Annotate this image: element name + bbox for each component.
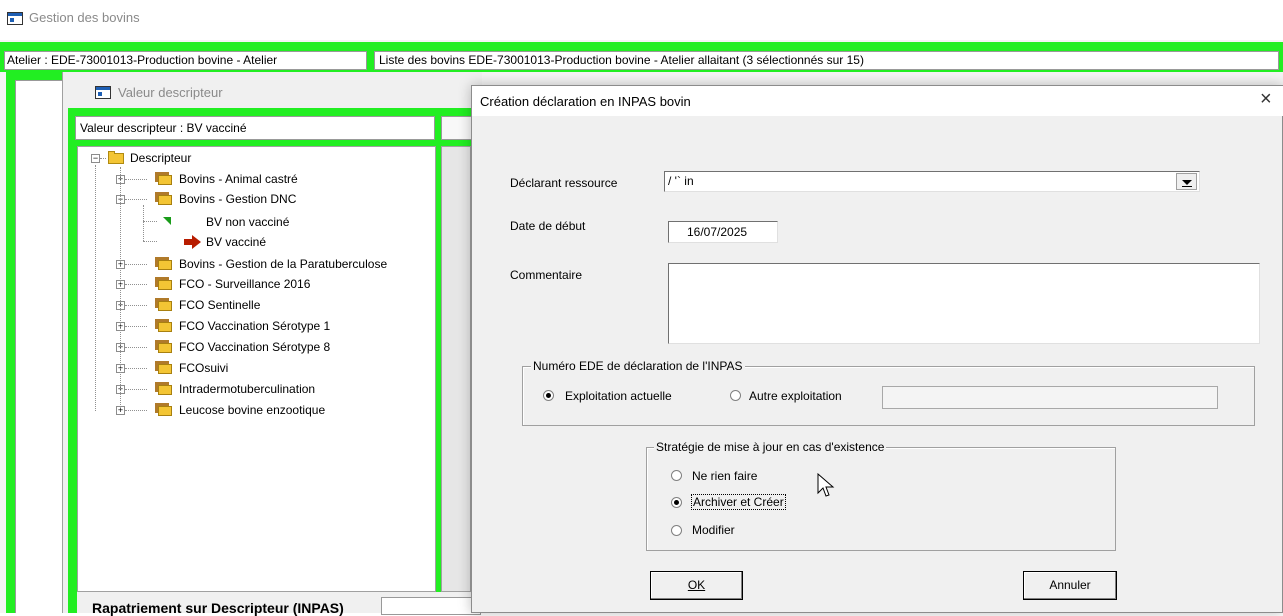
tree-item[interactable]: FCO Sentinelle — [179, 296, 260, 314]
declarant-label: Déclarant ressource — [510, 176, 618, 190]
strategy-group-title: Stratégie de mise à jour en cas d'existe… — [654, 440, 887, 454]
tree-child-item[interactable]: BV vacciné — [206, 233, 266, 251]
atelier-label: Atelier : EDE-73001013-Production bovine… — [4, 51, 367, 70]
combo-arrow-icon[interactable] — [1176, 173, 1197, 190]
tree-child-item[interactable]: BV non vacciné — [206, 213, 289, 231]
close-icon[interactable]: × — [1260, 88, 1272, 111]
radio-modifier-label[interactable]: Modifier — [692, 523, 735, 537]
tree-root-label[interactable]: Descripteur — [130, 149, 191, 167]
expand-toggle[interactable]: + — [116, 406, 125, 415]
valeur-window-title: Valeur descripteur — [118, 85, 223, 100]
window-icon — [95, 86, 111, 99]
folder-stack-icon — [155, 361, 172, 374]
tree-item[interactable]: Leucose bovine enzootique — [179, 401, 325, 419]
red-arrow-icon — [184, 235, 201, 249]
ok-button-label: OK — [687, 578, 706, 592]
dialog-title: Création déclaration en INPAS bovin — [480, 94, 691, 109]
descriptor-tree[interactable]: − Descripteur + Bovins - Animal castré −… — [77, 146, 436, 592]
radio-exploitation-actuelle[interactable] — [543, 390, 554, 401]
declarant-select[interactable]: / '` in — [664, 171, 1200, 192]
tree-item[interactable]: Intradermotuberculination — [179, 380, 315, 398]
radio-autre-exploitation-label[interactable]: Autre exploitation — [749, 389, 842, 403]
radio-autre-exploitation[interactable] — [730, 390, 741, 401]
commentaire-textarea[interactable] — [668, 263, 1260, 344]
tree-item[interactable]: Bovins - Animal castré — [179, 170, 298, 188]
collapse-toggle-root[interactable]: − — [91, 154, 100, 163]
folder-stack-icon — [155, 319, 172, 332]
green-triangle-icon — [163, 217, 171, 225]
tree-item[interactable]: FCO - Surveillance 2016 — [179, 275, 310, 293]
radio-exploitation-actuelle-label[interactable]: Exploitation actuelle — [565, 389, 672, 403]
cancel-button-label: Annuler — [1049, 578, 1091, 592]
folder-stack-icon — [155, 257, 172, 270]
rapatriement-label: Rapatriement sur Descripteur (INPAS) — [92, 600, 344, 616]
tree-item[interactable]: FCO Vaccination Sérotype 8 — [179, 338, 330, 356]
liste-label: Liste des bovins EDE-73001013-Production… — [374, 51, 1279, 70]
folder-stack-icon — [155, 172, 172, 185]
folder-stack-icon — [155, 403, 172, 416]
dialog-title-bar: Création déclaration en INPAS bovin × — [472, 86, 1283, 116]
ede-group-title: Numéro EDE de déclaration de l'INPAS — [531, 359, 745, 373]
radio-archiver-et-creer-label[interactable]: Archiver et Créer — [691, 494, 786, 510]
folder-stack-icon — [155, 192, 172, 205]
cancel-button[interactable]: Annuler — [1023, 571, 1117, 600]
folder-stack-icon — [155, 382, 172, 395]
autre-exploitation-input[interactable] — [882, 386, 1218, 409]
declarant-value: / '` in — [668, 174, 694, 188]
folder-stack-icon — [155, 298, 172, 311]
detail-panel — [441, 146, 471, 592]
tree-item[interactable]: FCO Vaccination Sérotype 1 — [179, 317, 330, 335]
main-title-bar: Gestion des bovins — [0, 0, 1283, 40]
valeur-title-bar: Valeur descripteur — [63, 78, 482, 108]
folder-stack-icon — [155, 340, 172, 353]
commentaire-label: Commentaire — [510, 268, 583, 282]
folder-icon — [108, 151, 125, 164]
main-window-title: Gestion des bovins — [29, 10, 140, 25]
radio-ne-rien-faire-label[interactable]: Ne rien faire — [692, 469, 757, 483]
descriptor-value-label: Valeur descripteur : BV vacciné — [75, 116, 435, 140]
date-label: Date de début — [510, 219, 586, 233]
rapatriement-field — [381, 597, 481, 615]
list-panel — [15, 80, 62, 613]
ok-button[interactable]: OK — [650, 571, 743, 600]
tree-item[interactable]: Bovins - Gestion de la Paratuberculose — [179, 255, 387, 273]
radio-modifier[interactable] — [671, 525, 682, 536]
radio-archiver-et-creer[interactable] — [671, 497, 682, 508]
tree-highlight — [68, 146, 77, 613]
folder-stack-icon — [155, 277, 172, 290]
tree-item[interactable]: Bovins - Gestion DNC — [179, 190, 296, 208]
window-icon — [7, 12, 23, 25]
date-input[interactable]: 16/07/2025 — [668, 221, 778, 243]
mouse-cursor-icon — [817, 473, 835, 497]
tree-item[interactable]: FCOsuivi — [179, 359, 228, 377]
radio-ne-rien-faire[interactable] — [671, 470, 682, 481]
